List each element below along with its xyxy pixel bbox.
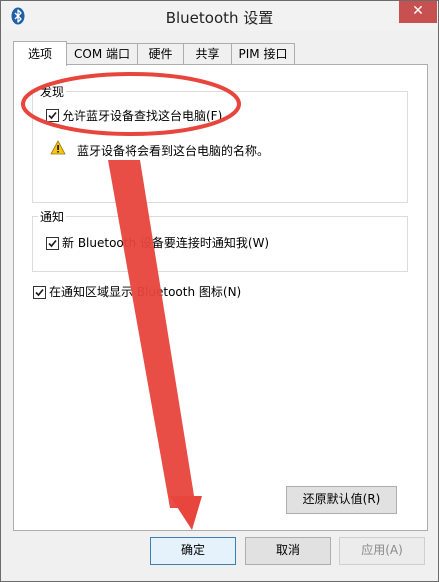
restore-defaults-button[interactable]: 还原默认值(R) — [286, 486, 397, 514]
options-tab-panel: 发现 允许蓝牙设备查找这台电脑(F) 蓝牙设备将会看到这台电脑的名称。 通知 新… — [13, 64, 428, 531]
notifications-group-label: 通知 — [38, 208, 67, 225]
close-icon: ✕ — [412, 3, 424, 19]
checkmark-icon — [48, 111, 57, 120]
allow-discovery-checkbox[interactable] — [46, 109, 59, 122]
tab-pim-interface[interactable]: PIM 接口 — [231, 43, 295, 65]
notify-on-connect-label[interactable]: 新 Bluetooth 设备要连接时通知我(W) — [62, 234, 269, 251]
tab-options[interactable]: 选项 — [13, 41, 67, 66]
ok-button[interactable]: 确定 — [150, 537, 236, 565]
checkmark-icon — [35, 288, 44, 297]
window-title: Bluetooth 设置 — [165, 9, 274, 27]
apply-button[interactable]: 应用(A) — [339, 537, 425, 565]
checkmark-icon — [48, 239, 57, 248]
title-bar[interactable]: Bluetooth 设置 ✕ — [1, 1, 438, 31]
show-tray-icon-checkbox[interactable] — [33, 286, 46, 299]
tab-hardware[interactable]: 硬件 — [137, 43, 184, 65]
warning-icon — [50, 140, 66, 158]
notify-on-connect-checkbox[interactable] — [46, 237, 59, 250]
discovery-warning-text: 蓝牙设备将会看到这台电脑的名称。 — [77, 144, 270, 158]
close-button[interactable]: ✕ — [399, 1, 437, 23]
tab-sharing[interactable]: 共享 — [183, 43, 232, 65]
tab-com-ports[interactable]: COM 端口 — [66, 43, 138, 65]
allow-discovery-label[interactable]: 允许蓝牙设备查找这台电脑(F) — [62, 107, 222, 124]
show-tray-icon-label[interactable]: 在通知区域显示 Bluetooth 图标(N) — [49, 283, 241, 300]
bluetooth-settings-dialog: Bluetooth 设置 ✕ 选项 COM 端口 硬件 共享 PIM 接口 发现… — [0, 0, 439, 582]
discovery-group-label: 发现 — [38, 83, 67, 100]
cancel-button[interactable]: 取消 — [245, 537, 331, 565]
